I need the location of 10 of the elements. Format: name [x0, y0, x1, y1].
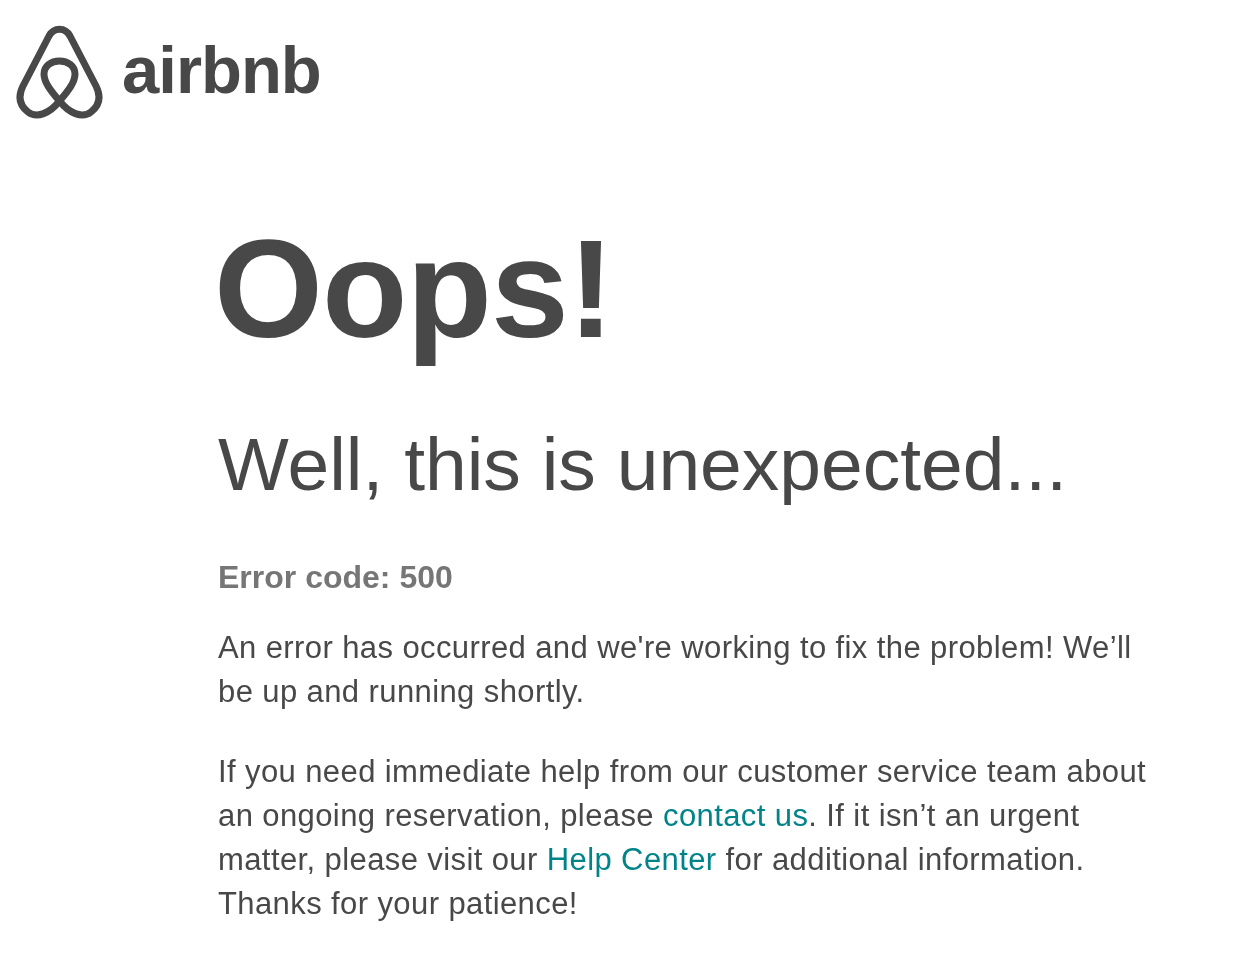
page-title: Oops! [214, 209, 615, 369]
logo-wordmark: airbnb [122, 32, 321, 107]
page-subtitle: Well, this is unexpected... [218, 423, 1069, 506]
logo[interactable]: airbnb [15, 25, 321, 120]
text-link[interactable]: Help Center [546, 841, 717, 877]
loop-logo-icon [15, 25, 104, 120]
error-code: Error code: 500 [218, 557, 454, 596]
error-description: An error has occurred and we're working to fix the problem! We’ll be up and running shortly. [218, 628, 1133, 711]
support-message: If you need immediate help from our customer service team about an ongoing reservation, please contact us. If it isn’t an urgent matter, please visit our Help Center for additional information. Thanks for your patience! [218, 752, 1148, 923]
text-link[interactable]: contact us [663, 797, 809, 833]
